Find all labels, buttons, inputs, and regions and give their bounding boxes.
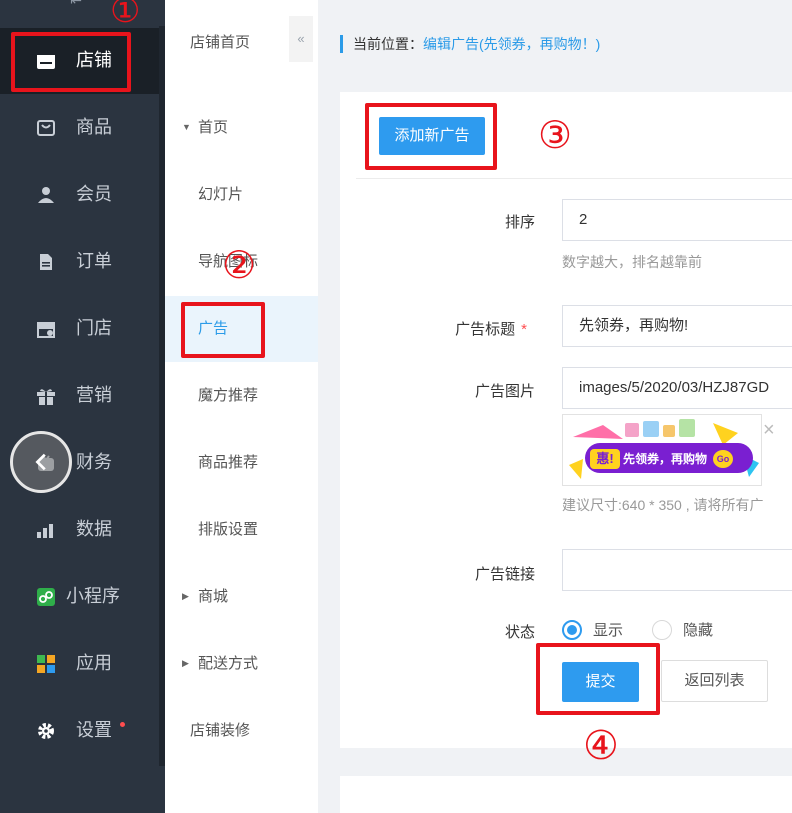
link-label: 广告链接 xyxy=(474,566,535,583)
miniprogram-icon xyxy=(37,588,55,606)
subnav-item-label: 魔方推荐 xyxy=(198,387,259,404)
sidebar-item-label: 营销 xyxy=(76,385,112,405)
secondary-panel xyxy=(340,776,792,813)
gear-icon xyxy=(38,723,54,739)
annotation-box-3 xyxy=(365,103,497,170)
ad-banner-text: 先领券，再购物 xyxy=(623,452,708,466)
image-label: 广告图片 xyxy=(474,383,535,400)
chart-icon xyxy=(37,524,53,538)
gift-icon xyxy=(37,389,55,405)
notification-dot xyxy=(120,722,125,727)
main-sidebar: ⇤ 店铺 商品 会员 订单 门店 营销 财务 数据 小程序 应用 设置 xyxy=(0,0,165,813)
sidebar-item-label: 数据 xyxy=(76,519,112,539)
sidebar-item-apps[interactable]: 应用 xyxy=(0,631,159,697)
sidebar-collapse-icon[interactable]: ⇤ xyxy=(64,0,88,12)
subnav-item-label: 商品推荐 xyxy=(198,454,259,471)
caret-right-icon: ▶ xyxy=(182,658,189,668)
title-input[interactable]: 先领券，再购物! xyxy=(562,305,792,347)
subnav-collapse-button[interactable]: « xyxy=(289,16,313,62)
subnav-item-label: 首页 xyxy=(198,119,229,136)
subnav-item-slides[interactable]: 幻灯片 xyxy=(165,162,318,228)
annotation-number-3: ③ xyxy=(538,113,573,157)
subnav-item-label: 幻灯片 xyxy=(198,186,244,203)
sidebar-item-settings[interactable]: 设置 xyxy=(0,698,159,764)
sidebar-item-store[interactable]: 门店 xyxy=(0,296,159,362)
status-show-label[interactable]: 显示 xyxy=(593,621,623,641)
sidebar-item-goods[interactable]: 商品 xyxy=(0,95,159,161)
link-input[interactable] xyxy=(562,549,792,591)
sub-sidebar: 店铺首页 ▼ 首页 幻灯片 导航图标 广告 魔方推荐 商品推荐 排版设置 ▶ 商… xyxy=(165,0,318,813)
chevron-left-icon xyxy=(35,453,46,471)
sidebar-item-label: 财务 xyxy=(76,452,112,472)
status-show-radio[interactable] xyxy=(562,620,582,640)
sort-label: 排序 xyxy=(504,214,535,231)
caret-right-icon: ▶ xyxy=(182,591,189,601)
subnav-item-label: 商城 xyxy=(198,588,229,605)
ad-image-thumbnail[interactable]: 惠! 先领券，再购物 Go xyxy=(562,414,762,486)
sidebar-item-data[interactable]: 数据 xyxy=(0,497,159,563)
store-icon xyxy=(37,322,55,338)
close-icon[interactable]: × xyxy=(763,420,775,440)
annotation-box-2 xyxy=(181,302,265,358)
breadcrumb-current-link[interactable]: 编辑广告(先领券，再购物！) xyxy=(423,34,600,54)
sidebar-item-order[interactable]: 订单 xyxy=(0,229,159,295)
subnav-item-label: 排版设置 xyxy=(198,521,259,538)
title-label: 广告标题 * xyxy=(337,318,527,339)
breadcrumb: 当前位置： 编辑广告(先领券，再购物！) xyxy=(340,34,600,54)
required-marker: * xyxy=(521,321,527,338)
sidebar-item-marketing[interactable]: 营销 xyxy=(0,363,159,429)
status-label: 状态 xyxy=(504,624,535,641)
breadcrumb-prefix: 当前位置： xyxy=(353,36,423,52)
sidebar-item-label: 设置 xyxy=(76,720,112,740)
subnav-item-decoration[interactable]: 店铺装修 xyxy=(165,698,318,764)
subnav-item-delivery[interactable]: ▶ 配送方式 xyxy=(165,631,318,697)
sidebar-item-miniprogram[interactable]: 小程序 xyxy=(0,564,159,630)
subnav-item-label: 配送方式 xyxy=(198,655,259,672)
toolbar-divider xyxy=(356,178,792,179)
image-size-hint: 建议尺寸:640 * 350 , 请将所有广 xyxy=(562,497,764,513)
caret-down-icon: ▼ xyxy=(182,122,191,132)
title-label-text: 广告标题 xyxy=(455,321,516,338)
image-path-input[interactable]: images/5/2020/03/HZJ87GD xyxy=(562,367,792,409)
sidebar-item-label: 应用 xyxy=(76,653,112,673)
floating-back-button[interactable] xyxy=(10,431,72,493)
ad-banner-go: Go xyxy=(713,450,733,468)
sort-input[interactable]: 2 xyxy=(562,199,792,241)
annotation-number-1: ① xyxy=(110,0,141,31)
subnav-item-goods-recommend[interactable]: 商品推荐 xyxy=(165,430,318,496)
status-hide-label[interactable]: 隐藏 xyxy=(683,621,713,641)
breadcrumb-accent-bar xyxy=(340,35,343,53)
sidebar-item-member[interactable]: 会员 xyxy=(0,162,159,228)
order-icon xyxy=(40,254,52,270)
subnav-item-home[interactable]: ▼ 首页 xyxy=(165,95,318,161)
sidebar-item-label: 小程序 xyxy=(66,586,120,606)
subnav-item-mall[interactable]: ▶ 商城 xyxy=(165,564,318,630)
double-chevron-left-icon: « xyxy=(297,31,305,46)
subnav-item-label: 店铺首页 xyxy=(190,34,251,51)
subnav-item-label: 店铺装修 xyxy=(190,722,251,739)
user-icon xyxy=(38,187,54,203)
goods-icon xyxy=(37,120,55,136)
annotation-number-4: ④ xyxy=(583,723,619,769)
subnav-item-cube[interactable]: 魔方推荐 xyxy=(165,363,318,429)
sidebar-item-label: 订单 xyxy=(76,251,112,271)
sidebar-item-label: 门店 xyxy=(76,318,112,338)
annotation-number-2: ② xyxy=(222,243,257,287)
apps-icon xyxy=(37,655,55,673)
sidebar-item-label: 商品 xyxy=(76,117,112,137)
ad-banner-badge: 惠! xyxy=(590,449,620,469)
status-hide-radio[interactable] xyxy=(652,620,672,640)
annotation-box-1 xyxy=(11,32,131,92)
back-to-list-button[interactable]: 返回列表 xyxy=(661,660,768,702)
sort-hint: 数字越大，排名越靠前 xyxy=(562,254,702,270)
subnav-item-layout[interactable]: 排版设置 xyxy=(165,497,318,563)
sidebar-item-label: 会员 xyxy=(76,184,112,204)
annotation-box-4 xyxy=(536,643,660,715)
